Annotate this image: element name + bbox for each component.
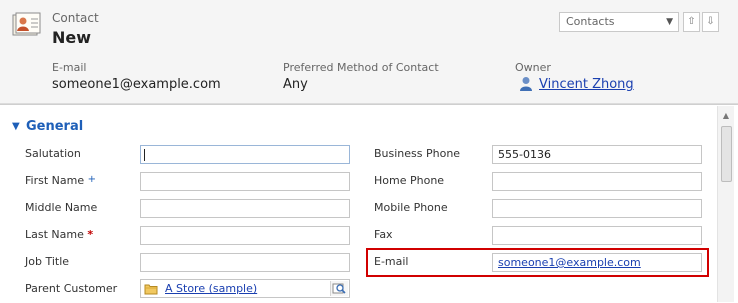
last-name-label: Last Name * (25, 228, 93, 241)
header-preferred-contact-value: Any (283, 77, 308, 92)
owner-link-text[interactable]: Vincent Zhong (539, 77, 634, 92)
home-phone-label-text: Home Phone (374, 174, 445, 187)
previous-record-button[interactable]: ⇧ (683, 12, 700, 32)
salutation-input[interactable] (140, 145, 350, 164)
vertical-scrollbar[interactable]: ▲ (717, 106, 734, 302)
mobile-phone-label-text: Mobile Phone (374, 201, 448, 214)
middle-name-label-text: Middle Name (25, 201, 98, 214)
arrow-down-icon: ⇩ (706, 16, 715, 27)
folder-icon (144, 284, 158, 295)
job-title-label-text: Job Title (25, 255, 70, 268)
last-name-label-text: Last Name (25, 228, 84, 241)
first-name-label-text: First Name (25, 174, 85, 187)
home-phone-label: Home Phone (374, 174, 444, 187)
contact-card-icon (12, 12, 41, 36)
business-phone-input[interactable]: 555-0136 (492, 145, 702, 164)
owner-link[interactable]: Vincent Zhong (539, 77, 634, 92)
mobile-phone-label: Mobile Phone (374, 201, 448, 214)
view-selector-dropdown[interactable]: Contacts ▼ (559, 12, 679, 32)
user-icon (520, 77, 532, 91)
email-field-highlight (366, 248, 709, 277)
parent-customer-link[interactable]: A Store (sample) (165, 282, 257, 295)
parent-customer-label-text: Parent Customer (25, 282, 118, 295)
last-name-input[interactable] (140, 226, 350, 245)
home-phone-input[interactable] (492, 172, 702, 191)
parent-customer-lookup[interactable]: A Store (sample) (140, 279, 350, 298)
business-phone-label: Business Phone (374, 147, 460, 160)
arrow-up-icon: ⇧ (687, 16, 696, 27)
salutation-label: Salutation (25, 147, 81, 160)
scroll-up-arrow-icon[interactable]: ▲ (718, 110, 734, 122)
required-marker: * (87, 228, 94, 241)
header-preferred-contact-label: Preferred Method of Contact (283, 61, 439, 74)
middle-name-input[interactable] (140, 199, 350, 218)
view-selector-label: Contacts (566, 15, 615, 28)
header-email-value: someone1@example.com (52, 77, 221, 92)
middle-name-label: Middle Name (25, 201, 97, 214)
magnifier-icon (332, 283, 346, 294)
salutation-label-text: Salutation (25, 147, 81, 160)
entity-type-label: Contact (52, 11, 99, 25)
fax-label-text: Fax (374, 228, 393, 241)
job-title-input[interactable] (140, 253, 350, 272)
next-record-button[interactable]: ⇩ (702, 12, 719, 32)
scrollbar-thumb[interactable] (721, 126, 732, 182)
job-title-label: Job Title (25, 255, 69, 268)
header-owner-label: Owner (515, 61, 551, 74)
mobile-phone-input[interactable] (492, 199, 702, 218)
first-name-input[interactable] (140, 172, 350, 191)
first-name-label: First Name + (25, 174, 96, 187)
business-phone-label-text: Business Phone (374, 147, 461, 160)
chevron-down-icon: ▼ (666, 17, 673, 27)
section-collapse-icon[interactable]: ▼ (12, 121, 20, 132)
fax-label: Fax (374, 228, 393, 241)
record-header: Contact New Contacts ▼ ⇧ ⇩ E-mail someon… (0, 0, 738, 104)
parent-customer-label: Parent Customer (25, 282, 117, 295)
record-title: New (52, 28, 92, 47)
recommended-marker: + (87, 174, 96, 185)
lookup-button[interactable] (330, 281, 348, 296)
fax-input[interactable] (492, 226, 702, 245)
business-phone-value: 555-0136 (498, 148, 551, 161)
section-title-general[interactable]: General (26, 119, 83, 134)
header-email-label: E-mail (52, 61, 87, 74)
text-cursor (144, 149, 145, 161)
